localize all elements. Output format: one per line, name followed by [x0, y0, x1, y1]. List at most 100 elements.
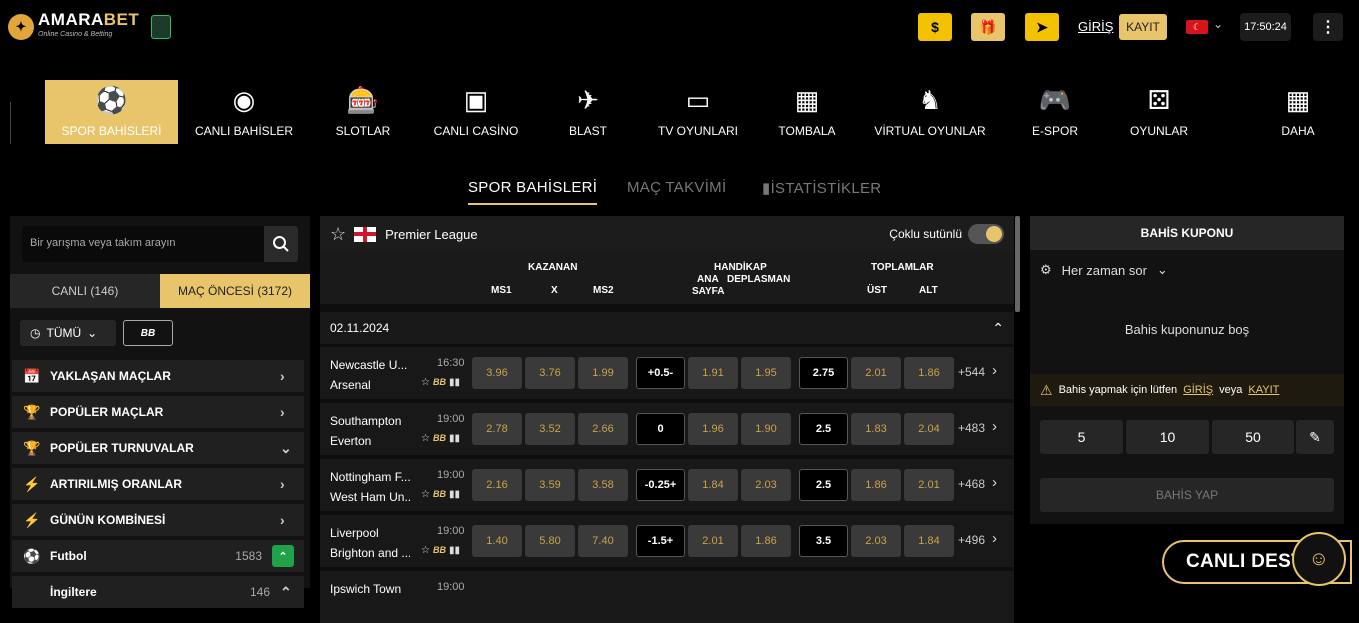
search-input[interactable]: Bir yarışma veya takım arayın	[30, 237, 176, 249]
odds-button[interactable]: 2.01	[851, 357, 901, 389]
nav-item-6[interactable]: ▦ TOMBALA	[768, 80, 846, 144]
nav-item-5[interactable]: ▭ TV OYUNLARI	[650, 80, 746, 144]
chevron-right-icon[interactable]: ›	[992, 362, 997, 379]
odds-button[interactable]: 2.66	[578, 413, 628, 445]
odds-button[interactable]: 3.96	[472, 357, 522, 389]
more-markets[interactable]: +483	[958, 421, 985, 435]
stake-50-button[interactable]: 50	[1212, 420, 1294, 454]
sidebar-item[interactable]: ⚽ Futbol 1583 ⌃	[12, 540, 304, 572]
odds-button[interactable]: 1.83	[851, 413, 901, 445]
nav-item-4[interactable]: ✈ BLAST	[555, 80, 621, 144]
brand-logo[interactable]: ✦ AMARABET Online Casino & Betting	[8, 11, 172, 42]
bb-icon[interactable]: BB	[433, 545, 446, 556]
odds-button[interactable]: 2.03	[851, 525, 901, 557]
turkey-flag-icon[interactable]: ☾	[1186, 20, 1208, 34]
odds-button[interactable]: 1.40	[472, 525, 522, 557]
place-bet-button[interactable]: BAHİS YAP	[1040, 478, 1334, 512]
star-icon[interactable]: ☆	[421, 433, 430, 444]
star-icon[interactable]: ☆	[421, 489, 430, 500]
nav-item-7[interactable]: ♞ VİRTUAL OYUNLAR	[870, 80, 990, 144]
currency-button[interactable]: $	[918, 13, 952, 41]
odds-button[interactable]: 1.86	[741, 525, 791, 557]
odds-button[interactable]: 1.84	[904, 525, 954, 557]
odds-button[interactable]: 2.01	[688, 525, 738, 557]
tab-statistics[interactable]: ▮İSTATİSTİKLER	[762, 179, 881, 197]
warning-register-link[interactable]: KAYIT	[1248, 384, 1279, 396]
odds-button[interactable]: 1.86	[851, 469, 901, 501]
match-row[interactable]: Liverpool Brighton and ... 19:00 ☆ BB ▮▮ 1.40 5…	[320, 515, 1014, 567]
odds-button[interactable]: 1.91	[688, 357, 738, 389]
chevron-right-icon[interactable]: ›	[992, 474, 997, 491]
register-button[interactable]: KAYIT	[1119, 14, 1167, 40]
chevron-up-icon[interactable]: ⌃	[280, 584, 304, 601]
odds-button[interactable]: 1.86	[904, 357, 954, 389]
star-icon[interactable]: ☆	[421, 545, 430, 556]
tab-prematch[interactable]: MAÇ ÖNCESİ (3172)	[160, 274, 310, 308]
sidebar-item[interactable]: 📅 YAKLAŞAN MAÇLAR ›	[12, 360, 304, 392]
odds-button[interactable]: 1.95	[741, 357, 791, 389]
stake-10-button[interactable]: 10	[1126, 420, 1209, 454]
odds-button[interactable]: 7.40	[578, 525, 628, 557]
search-button[interactable]	[264, 226, 298, 262]
more-markets[interactable]: +496	[958, 533, 985, 547]
stats-icon[interactable]: ▮▮	[449, 545, 460, 556]
sidebar-item[interactable]: 🏆 POPÜLER TURNUVALAR ⌄	[12, 432, 304, 464]
tab-sport-betting[interactable]: SPOR BAHİSLERİ	[468, 179, 598, 205]
edit-stakes-button[interactable]: ✎	[1296, 420, 1334, 454]
odds-button[interactable]: 3.76	[525, 357, 575, 389]
tab-live[interactable]: CANLI (146)	[10, 274, 160, 308]
odds-button[interactable]: 1.90	[741, 413, 791, 445]
star-icon[interactable]: ☆	[421, 377, 430, 388]
match-row[interactable]: Ipswich Town 19:00	[320, 571, 1014, 623]
chevron-up-icon[interactable]: ⌃	[992, 320, 1004, 337]
bb-icon[interactable]: BB	[433, 489, 446, 500]
nav-item-8[interactable]: 🎮 E-SPOR	[1021, 80, 1089, 144]
nav-item-1[interactable]: ◉ CANLI BAHİSLER	[190, 80, 298, 144]
stats-icon[interactable]: ▮▮	[449, 377, 460, 388]
more-markets[interactable]: +544	[958, 365, 985, 379]
bet-builder-button[interactable]: BB	[123, 320, 173, 346]
sidebar-item[interactable]: 🏆 POPÜLER MAÇLAR ›	[12, 396, 304, 428]
odds-button[interactable]: 1.96	[688, 413, 738, 445]
odds-button[interactable]: 1.99	[578, 357, 628, 389]
odds-button[interactable]: 2.04	[904, 413, 954, 445]
odds-button[interactable]: 3.58	[578, 469, 628, 501]
bb-icon[interactable]: BB	[433, 377, 446, 388]
nav-item-0[interactable]: ⚽ SPOR BAHİSLERİ	[45, 80, 178, 144]
warning-login-link[interactable]: GİRİŞ	[1183, 384, 1213, 396]
date-group-header[interactable]: 02.11.2024 ⌃	[320, 312, 1014, 344]
odds-button[interactable]: 2.16	[472, 469, 522, 501]
stake-5-button[interactable]: 5	[1040, 420, 1123, 454]
star-icon[interactable]: ☆	[330, 224, 346, 245]
odds-setting-dropdown[interactable]: ⚙ Her zaman sor ⌄	[1040, 262, 1168, 278]
odds-button[interactable]: 3.59	[525, 469, 575, 501]
stats-icon[interactable]: ▮▮	[449, 433, 460, 444]
telegram-button[interactable]: ➤	[1025, 13, 1059, 41]
odds-button[interactable]: 3.52	[525, 413, 575, 445]
sidebar-item[interactable]: ⚡ ARTIRILMIŞ ORANLAR ›	[12, 468, 304, 500]
nav-item-9[interactable]: ⚄ OYUNLAR	[1118, 80, 1200, 144]
nav-item-2[interactable]: 🎰 SLOTLAR	[318, 80, 408, 144]
search-box[interactable]: Bir yarışma veya takım arayın	[22, 226, 298, 262]
odds-button[interactable]: 1.84	[688, 469, 738, 501]
tab-match-calendar[interactable]: MAÇ TAKVİMİ	[627, 179, 726, 196]
scrollbar[interactable]	[1015, 216, 1020, 312]
odds-button[interactable]: 2.03	[741, 469, 791, 501]
stats-icon[interactable]: ▮▮	[449, 489, 460, 500]
chevron-down-icon[interactable]: ⌄	[1213, 17, 1223, 31]
odds-button[interactable]: 2.01	[904, 469, 954, 501]
filter-dropdown[interactable]: ◷ TÜMÜ ⌄	[20, 320, 116, 346]
chevron-right-icon[interactable]: ›	[992, 418, 997, 435]
chevron-up-icon[interactable]: ⌃	[272, 545, 294, 567]
more-menu-button[interactable]: ⋮	[1313, 13, 1343, 41]
multi-column-toggle[interactable]	[968, 224, 1004, 244]
match-row[interactable]: Southampton Everton 19:00 ☆ BB ▮▮ 2.78 3.52 2.66…	[320, 403, 1014, 455]
odds-button[interactable]: 5.80	[525, 525, 575, 557]
odds-button[interactable]: 2.78	[472, 413, 522, 445]
gift-button[interactable]: 🎁	[971, 13, 1005, 41]
nav-item-10[interactable]: ▦ DAHA	[1268, 80, 1328, 144]
sidebar-item[interactable]: ⚡ GÜNÜN KOMBİNESİ ›	[12, 504, 304, 536]
match-row[interactable]: Newcastle U... Arsenal 16:30 ☆ BB ▮▮ 3.96 3.76 1…	[320, 347, 1014, 399]
chevron-right-icon[interactable]: ›	[992, 530, 997, 547]
live-support-button[interactable]: CANLI DESTEK ☺	[1162, 532, 1352, 586]
